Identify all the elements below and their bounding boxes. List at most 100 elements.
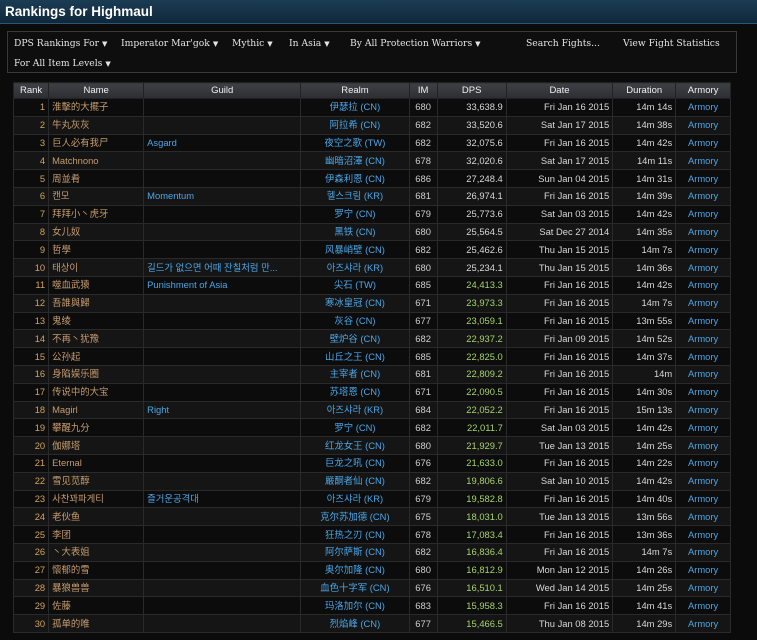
date-cell[interactable]: Sat Jan 03 2015 — [505, 204, 614, 224]
date-cell[interactable]: Fri Jan 16 2015 — [505, 382, 614, 402]
date-cell[interactable]: Fri Jan 16 2015 — [505, 275, 614, 295]
guild-link[interactable] — [143, 329, 302, 349]
date-cell[interactable]: Wed Jan 14 2015 — [505, 578, 614, 598]
guild-link[interactable] — [143, 311, 302, 331]
date-cell[interactable]: Fri Jan 16 2015 — [505, 311, 614, 331]
character-name-link[interactable]: 巨人必有我尸 — [48, 133, 145, 153]
guild-link[interactable] — [143, 382, 302, 402]
boss-dropdown[interactable]: Imperator Mar'gok ▼ — [121, 38, 218, 49]
realm-link[interactable]: 아즈샤라 (KR) — [300, 400, 410, 420]
realm-link[interactable]: 寒冰皇冠 (CN) — [300, 293, 410, 313]
guild-link[interactable] — [143, 115, 302, 135]
character-name-link[interactable]: 淮擊的大擺子 — [48, 98, 145, 117]
date-cell[interactable]: Sun Jan 04 2015 — [505, 169, 614, 188]
date-cell[interactable]: Fri Jan 16 2015 — [505, 133, 614, 153]
realm-link[interactable]: 夜空之歌 (TW) — [300, 133, 410, 153]
search-fights-link[interactable]: Search Fights... — [526, 38, 600, 49]
armory-link[interactable]: Armory — [675, 489, 731, 509]
date-cell[interactable]: Thu Jan 08 2015 — [505, 614, 614, 633]
character-name-link[interactable]: 传说中的大宝 — [48, 382, 145, 402]
view-fight-statistics-link[interactable]: View Fight Statistics — [623, 38, 720, 49]
armory-link[interactable]: Armory — [675, 98, 731, 117]
guild-link[interactable]: Right — [143, 400, 302, 420]
realm-link[interactable]: 苏塔恩 (CN) — [300, 382, 410, 402]
date-cell[interactable]: Fri Jan 16 2015 — [505, 400, 614, 420]
guild-link[interactable] — [143, 560, 302, 580]
realm-link[interactable]: 玛洛加尔 (CN) — [300, 596, 410, 616]
character-name-link[interactable]: 公孙起 — [48, 347, 145, 366]
realm-link[interactable]: 狂热之刃 (CN) — [300, 525, 410, 544]
col-header-dps[interactable]: DPS — [436, 82, 507, 99]
armory-link[interactable]: Armory — [675, 151, 731, 171]
armory-link[interactable]: Armory — [675, 507, 731, 527]
character-name-link[interactable]: 캔모 — [48, 186, 145, 206]
realm-link[interactable]: 伊瑟拉 (CN) — [300, 98, 410, 117]
guild-link[interactable] — [143, 293, 302, 313]
date-cell[interactable]: Tue Jan 13 2015 — [505, 507, 614, 527]
character-name-link[interactable]: 噬血武猿 — [48, 275, 145, 295]
character-name-link[interactable]: 牛丸灰灰 — [48, 115, 145, 135]
date-cell[interactable]: Fri Jan 16 2015 — [505, 489, 614, 509]
realm-link[interactable]: 灰谷 (CN) — [300, 311, 410, 331]
realm-link[interactable]: 尖石 (TW) — [300, 275, 410, 295]
date-cell[interactable]: Fri Jan 09 2015 — [505, 329, 614, 349]
armory-link[interactable]: Armory — [675, 311, 731, 331]
item-level-dropdown[interactable]: For All Item Levels ▼ — [14, 58, 111, 69]
region-dropdown[interactable]: In Asia ▼ — [289, 38, 330, 49]
character-name-link[interactable]: 女儿奴 — [48, 222, 145, 242]
character-name-link[interactable]: 拜拜小丶虎牙 — [48, 204, 145, 224]
character-name-link[interactable]: 暴狼兽兽 — [48, 578, 145, 598]
col-header-duration[interactable]: Duration — [612, 82, 677, 99]
guild-link[interactable] — [143, 204, 302, 224]
character-name-link[interactable]: 攀醒九分 — [48, 418, 145, 438]
guild-link[interactable] — [143, 98, 302, 117]
armory-link[interactable]: Armory — [675, 418, 731, 438]
date-cell[interactable]: Mon Jan 12 2015 — [505, 560, 614, 580]
spec-dropdown[interactable]: By All Protection Warriors ▼ — [350, 38, 481, 49]
armory-link[interactable]: Armory — [675, 578, 731, 598]
armory-link[interactable]: Armory — [675, 382, 731, 402]
difficulty-dropdown[interactable]: Mythic ▼ — [232, 38, 273, 49]
date-cell[interactable]: Fri Jan 16 2015 — [505, 347, 614, 366]
guild-link[interactable]: 즐거운공격대 — [143, 489, 302, 509]
guild-link[interactable] — [143, 364, 302, 384]
character-name-link[interactable]: 孤单的唯 — [48, 614, 145, 633]
date-cell[interactable]: Fri Jan 16 2015 — [505, 542, 614, 562]
armory-link[interactable]: Armory — [675, 471, 731, 491]
guild-link[interactable]: Asgard — [143, 133, 302, 153]
guild-link[interactable] — [143, 240, 302, 260]
guild-link[interactable] — [143, 418, 302, 438]
character-name-link[interactable]: 丶大表姐 — [48, 542, 145, 562]
realm-link[interactable]: 伊森利恩 (CN) — [300, 169, 410, 188]
col-header-armory[interactable]: Armory — [675, 82, 731, 99]
armory-link[interactable]: Armory — [675, 240, 731, 260]
guild-link[interactable] — [143, 471, 302, 491]
guild-link[interactable] — [143, 578, 302, 598]
date-cell[interactable]: Fri Jan 16 2015 — [505, 525, 614, 544]
armory-link[interactable]: Armory — [675, 115, 731, 135]
character-name-link[interactable]: 雪见苋醇 — [48, 471, 145, 491]
date-cell[interactable]: Thu Jan 15 2015 — [505, 240, 614, 260]
armory-link[interactable]: Armory — [675, 169, 731, 188]
character-name-link[interactable]: 周並肴 — [48, 169, 145, 188]
armory-link[interactable]: Armory — [675, 614, 731, 633]
date-cell[interactable]: Tue Jan 13 2015 — [505, 436, 614, 455]
armory-link[interactable]: Armory — [675, 436, 731, 455]
guild-link[interactable] — [143, 347, 302, 366]
guild-link[interactable] — [143, 453, 302, 473]
date-cell[interactable]: Sat Dec 27 2014 — [505, 222, 614, 242]
realm-link[interactable]: 巨龙之吼 (CN) — [300, 453, 410, 473]
date-cell[interactable]: Fri Jan 16 2015 — [505, 364, 614, 384]
guild-link[interactable]: 길드가 없으면 어때 잔칠처럼 만... — [143, 258, 302, 277]
guild-link[interactable] — [143, 525, 302, 544]
guild-link[interactable] — [143, 507, 302, 527]
character-name-link[interactable]: 鬼绫 — [48, 311, 145, 331]
character-name-link[interactable]: 身陷娱乐圈 — [48, 364, 145, 384]
date-cell[interactable]: Fri Jan 16 2015 — [505, 293, 614, 313]
metric-dropdown[interactable]: DPS Rankings For ▼ — [14, 38, 107, 49]
character-name-link[interactable]: 老伙鱼 — [48, 507, 145, 527]
realm-link[interactable]: 主宰者 (CN) — [300, 364, 410, 384]
guild-link[interactable] — [143, 151, 302, 171]
guild-link[interactable] — [143, 169, 302, 188]
armory-link[interactable]: Armory — [675, 347, 731, 366]
